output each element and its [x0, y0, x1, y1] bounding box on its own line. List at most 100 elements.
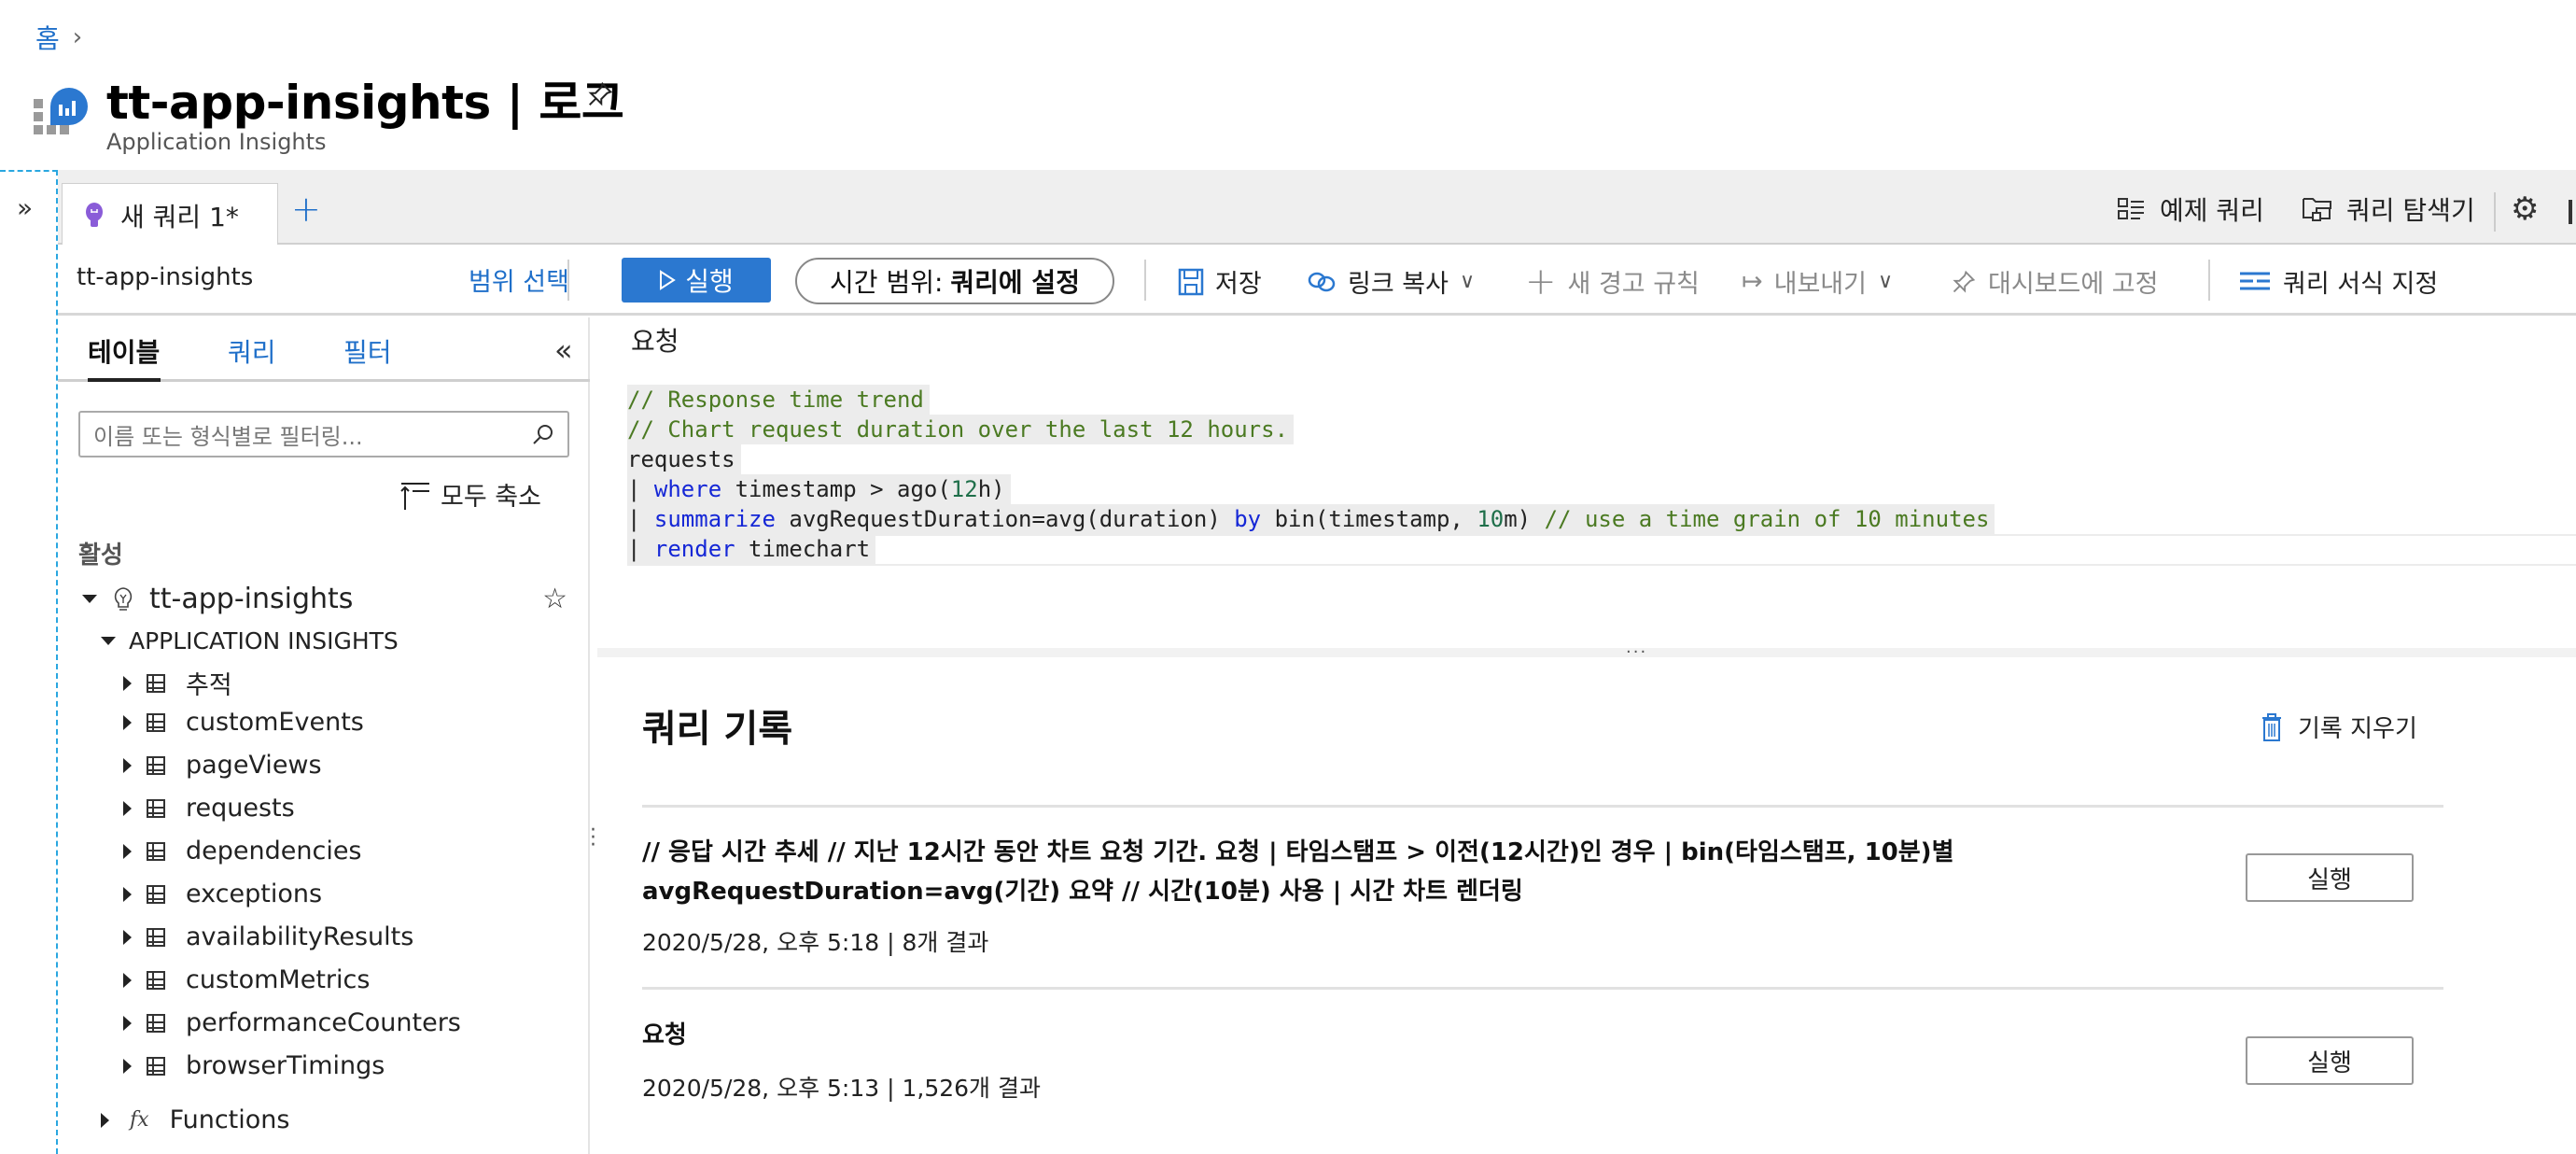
- new-alert-rule-button[interactable]: + 새 경고 규칙: [1525, 260, 1700, 303]
- chevron-down-icon: ∨: [1878, 270, 1894, 293]
- table-node[interactable]: browserTimings: [123, 1051, 385, 1080]
- history-item-query[interactable]: 요청: [642, 1016, 2061, 1055]
- group-label: APPLICATION INSIGHTS: [129, 627, 399, 654]
- app-insights-icon: [34, 88, 88, 134]
- collapse-pane-icon[interactable]: «: [554, 332, 573, 368]
- table-label: performanceCounters: [186, 1008, 461, 1037]
- history-run-button[interactable]: 실행: [2246, 1036, 2414, 1085]
- table-node[interactable]: performanceCounters: [123, 1008, 461, 1037]
- divider: [2208, 260, 2210, 301]
- copy-link-button[interactable]: 링크 복사 ∨: [1307, 263, 1475, 300]
- pin-icon[interactable]: [586, 80, 614, 116]
- table-node[interactable]: availabilityResults: [123, 922, 413, 951]
- tab-filter[interactable]: 필터: [343, 332, 392, 370]
- link-icon: [1308, 272, 1336, 291]
- code-line-1[interactable]: // Response time trend: [627, 385, 930, 415]
- history-item-query[interactable]: // 응답 시간 추세 // 지난 12시간 동안 차트 요청 기간. 요청 |…: [642, 833, 2061, 911]
- time-range-picker[interactable]: 시간 범위: 쿼리에 설정: [795, 258, 1114, 304]
- save-button[interactable]: 저장: [1178, 263, 1262, 300]
- pin-label: 대시보드에 고정: [1988, 270, 2159, 299]
- copy-link-label: 링크 복사: [1348, 270, 1449, 299]
- pin-to-dashboard-button[interactable]: 대시보드에 고정: [1951, 263, 2158, 300]
- code-line-4[interactable]: | where timestamp > ago(12h): [627, 474, 1011, 504]
- code-text: bin(timestamp,: [1261, 506, 1477, 532]
- table-node[interactable]: dependencies: [123, 837, 362, 866]
- table-label: customMetrics: [186, 965, 371, 994]
- code-text: avgRequestDuration=avg(duration): [775, 506, 1235, 532]
- table-icon: [147, 970, 165, 990]
- gear-icon[interactable]: ⚙: [2511, 190, 2539, 228]
- editor-results-splitter[interactable]: [597, 648, 2576, 657]
- format-icon: [2240, 272, 2270, 289]
- group-node[interactable]: APPLICATION INSIGHTS: [101, 627, 399, 654]
- table-node[interactable]: customEvents: [123, 708, 364, 737]
- caret-down-icon: [101, 637, 116, 645]
- code-line-6[interactable]: | render timechart: [627, 534, 876, 564]
- plus-icon: +: [1525, 260, 1557, 303]
- section-active-heading: 활성: [78, 542, 123, 570]
- pane-splitter-handle[interactable]: · · ·: [590, 821, 596, 856]
- code-comment: // use a time grain of 10 minutes: [1544, 506, 1990, 532]
- add-tab-button[interactable]: +: [291, 189, 321, 230]
- save-label: 저장: [1215, 270, 1262, 299]
- code-pipe: |: [627, 506, 654, 532]
- functions-label: Functions: [169, 1105, 290, 1134]
- code-line-2[interactable]: // Chart request duration over the last …: [627, 415, 1295, 444]
- code-line-5[interactable]: | summarize avgRequestDuration=avg(durat…: [627, 504, 1995, 534]
- caret-right-icon: [123, 929, 132, 945]
- star-icon[interactable]: ☆: [542, 583, 567, 615]
- filter-input[interactable]: 이름 또는 형식별로 필터링...: [78, 411, 569, 457]
- run-button[interactable]: 실행: [622, 258, 771, 303]
- table-label: 추적: [186, 671, 232, 700]
- resource-node[interactable]: tt-app-insights ☆: [82, 583, 567, 615]
- editor-first-line: 요청: [631, 326, 679, 357]
- breadcrumb: 홈 ›: [35, 19, 82, 56]
- table-icon: [147, 673, 165, 693]
- format-query-button[interactable]: 쿼리 서식 지정: [2238, 263, 2438, 300]
- resize-handle-icon[interactable]: ···: [1626, 642, 1647, 662]
- history-run-button[interactable]: 실행: [2246, 853, 2414, 902]
- collapse-all-label: 모두 축소: [441, 483, 541, 512]
- tab-new-query-1[interactable]: 새 쿼리 1*: [62, 183, 278, 246]
- table-node[interactable]: 추적: [123, 665, 232, 701]
- code-line-3[interactable]: requests: [627, 444, 741, 474]
- table-icon: [147, 1056, 165, 1076]
- chevron-right-icon: ›: [72, 23, 83, 51]
- table-icon: [147, 927, 165, 947]
- format-label: 쿼리 서식 지정: [2283, 270, 2439, 299]
- table-label: browserTimings: [186, 1051, 385, 1080]
- table-label: exceptions: [186, 880, 323, 908]
- table-node[interactable]: customMetrics: [123, 965, 370, 994]
- collapsed-sidebar: [0, 170, 58, 1154]
- tab-queries[interactable]: 쿼리: [228, 332, 276, 370]
- select-scope-link[interactable]: 범위 선택: [469, 261, 569, 298]
- save-icon: [1178, 268, 1204, 295]
- table-icon: [147, 841, 165, 861]
- code-comment: // Chart request duration over the last …: [627, 416, 1289, 443]
- expand-sidebar-icon[interactable]: »: [17, 192, 33, 223]
- clear-history-button[interactable]: 기록 지우기: [2261, 710, 2417, 744]
- sample-queries-button[interactable]: 예제 쿼리: [2117, 190, 2264, 228]
- query-explorer-button[interactable]: 쿼리 탐색기: [2302, 190, 2475, 228]
- collapse-all-button[interactable]: 모두 축소: [399, 476, 541, 513]
- code-number: 10: [1477, 506, 1505, 532]
- query-explorer-icon: [2303, 198, 2331, 221]
- collapse-all-icon: [400, 482, 429, 510]
- lightbulb-outline-icon: [114, 586, 133, 611]
- code-text: m): [1504, 506, 1545, 532]
- export-label: 내보내기: [1773, 270, 1867, 299]
- time-range-value: 쿼리에 설정: [950, 267, 1080, 298]
- code-text: timestamp > ago(: [721, 476, 951, 502]
- caret-right-icon: [123, 843, 132, 859]
- table-node[interactable]: exceptions: [123, 880, 322, 908]
- tab-tables[interactable]: 테이블: [88, 332, 160, 370]
- export-button[interactable]: ↦ 내보내기 ∨: [1742, 263, 1893, 300]
- table-icon: [147, 755, 165, 775]
- functions-node[interactable]: fx Functions: [101, 1105, 289, 1134]
- caret-right-icon: [123, 757, 132, 773]
- breadcrumb-home[interactable]: 홈: [35, 19, 60, 56]
- table-label: requests: [186, 794, 295, 823]
- table-node[interactable]: requests: [123, 794, 295, 823]
- divider: [1144, 260, 1146, 301]
- table-node[interactable]: pageViews: [123, 751, 322, 780]
